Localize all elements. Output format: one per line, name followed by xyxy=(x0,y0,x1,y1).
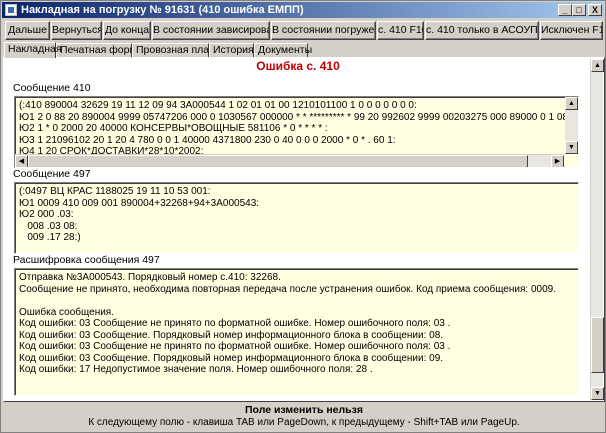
s410-f10-button[interactable]: с. 410 F10 xyxy=(377,21,424,40)
memo-line: Сообщение не принято, необходима повторн… xyxy=(19,283,556,295)
memo-line: Код ошибки: 17 Недопустимое значение пол… xyxy=(19,364,373,375)
scroll-up-icon[interactable]: ▲ xyxy=(565,97,578,110)
excluded-f12-button[interactable]: Исключен F12 xyxy=(540,21,603,40)
memo-line: 009 .17 28:) xyxy=(19,232,81,243)
toolbar: Дальше Вернуться До конца В состоянии за… xyxy=(3,21,605,41)
main-window: Накладная на погрузку № 91631 (410 ошибк… xyxy=(0,0,606,433)
panel-vertical-scrollbar[interactable]: ▲ ▼ xyxy=(590,59,604,400)
tab-print-form[interactable]: Печатная форма xyxy=(56,43,143,57)
scroll-up-icon[interactable]: ▲ xyxy=(591,59,604,72)
message-410-memo[interactable]: (:410 890004 32629 19 11 12 09 94 3А0005… xyxy=(14,96,579,168)
memo-line: Ю3 1 21096102 20 1 20 4 780 0 0 1 40000 … xyxy=(19,134,396,146)
horizontal-scrollbar[interactable]: ◀ ▶ xyxy=(15,154,564,167)
tab-strip: Накладная Печатная форма Провозная плата… xyxy=(3,42,605,58)
memo-line: Код ошибки: 03 Сообщение не принято по ф… xyxy=(19,318,451,329)
message-410-label: Сообщение 410 xyxy=(13,82,91,94)
message-497-memo[interactable]: (:0497 ВЦ КРАС 1188025 19 11 10 53 001: … xyxy=(14,182,579,254)
memo-line: Ю2 000 .03: xyxy=(19,209,74,220)
memo-line: Ю2 1 * 0 2000 20 40000 КОНСЕРВЫ*ОВОЩНЫЕ … xyxy=(19,123,328,134)
scrollbar-thumb[interactable] xyxy=(28,155,528,167)
vertical-scrollbar[interactable]: ▲ ▼ xyxy=(565,97,578,154)
scrollbar-thumb[interactable] xyxy=(591,317,604,373)
status-area: Поле изменить нельзя К следующему полю -… xyxy=(3,404,605,429)
window-title: Накладная на погрузку № 91631 (410 ошибк… xyxy=(21,4,304,16)
next-button[interactable]: Дальше xyxy=(5,21,50,40)
scroll-down-icon[interactable]: ▼ xyxy=(591,387,604,400)
scroll-right-icon[interactable]: ▶ xyxy=(551,155,564,167)
minimize-button[interactable]: _ xyxy=(558,4,572,16)
memo-line: 008 .03 08: xyxy=(19,220,78,232)
tab-invoice[interactable]: Накладная xyxy=(4,42,62,58)
memo-line: Код ошибки: 03 Сообщение не принято по ф… xyxy=(19,341,451,352)
state-sealed-f9-button[interactable]: В состоянии зависирован F9 xyxy=(152,21,270,40)
tab-documents[interactable]: Документы xyxy=(254,43,312,57)
memo-line: Код ошибки: 03 Сообщение. Порядковый ном… xyxy=(19,352,444,364)
invoice-panel: Ошибка с. 410 Сообщение 410 (:410 890004… xyxy=(3,57,605,402)
memo-line: Ошибка сообщения. xyxy=(19,306,114,318)
memo-line xyxy=(15,295,578,307)
maximize-button[interactable]: □ xyxy=(572,4,586,16)
title-bar[interactable]: Накладная на погрузку № 91631 (410 ошибк… xyxy=(2,2,604,18)
memo-line: Ю1 2 0 88 20 890004 9999 05747206 000 0 … xyxy=(19,111,576,123)
to-end-button[interactable]: До конца xyxy=(103,21,151,40)
memo-line: Ю1 0009 410 009 001 890004+32268+94+3А00… xyxy=(19,197,260,209)
state-loaded-f8-button[interactable]: В состоянии погружен F8 xyxy=(271,21,376,40)
tab-history[interactable]: История xyxy=(209,43,254,57)
close-button[interactable]: X xyxy=(588,4,602,16)
status-hint: К следующему полю - клавиша TAB или Page… xyxy=(88,417,520,428)
status-title: Поле изменить нельзя xyxy=(245,404,363,416)
memo-line: (:410 890004 32629 19 11 12 09 94 3А0005… xyxy=(19,100,417,111)
tab-freight-charge[interactable]: Провозная плата xyxy=(132,43,219,57)
scroll-left-icon[interactable]: ◀ xyxy=(15,155,28,167)
error-title: Ошибка с. 410 xyxy=(256,59,340,73)
back-button[interactable]: Вернуться xyxy=(51,21,102,40)
app-icon[interactable] xyxy=(5,4,17,16)
memo-line: Код ошибки: 03 Сообщение. Порядковый ном… xyxy=(19,329,444,341)
message-497-label: Сообщение 497 xyxy=(13,168,91,180)
decode-497-memo[interactable]: Отправка №3А000543. Порядковый номер с.4… xyxy=(14,268,579,396)
s410-asoup-f11-button[interactable]: с. 410 только в АСОУП F11 xyxy=(425,21,539,40)
decode-497-label: Расшифровка сообщения 497 xyxy=(13,254,160,266)
scroll-down-icon[interactable]: ▼ xyxy=(565,141,578,154)
memo-line: Отправка №3А000543. Порядковый номер с.4… xyxy=(19,272,281,283)
memo-line: (:0497 ВЦ КРАС 1188025 19 11 10 53 001: xyxy=(19,186,211,197)
